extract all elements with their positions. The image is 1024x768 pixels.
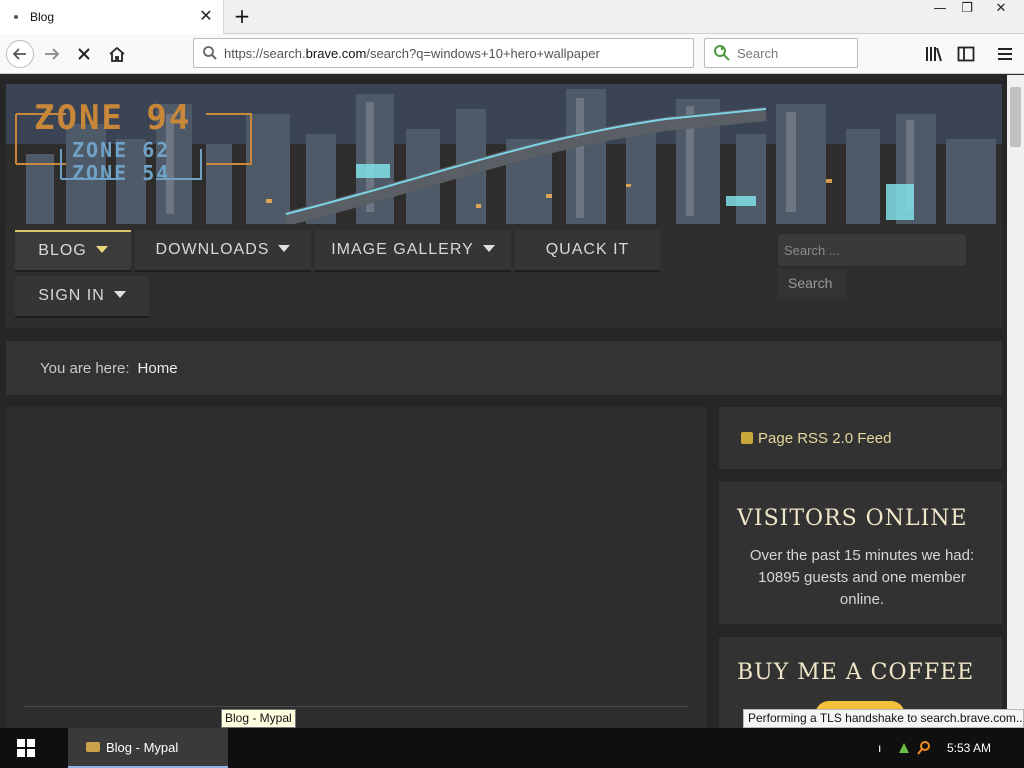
page-viewport: ZONE 94 ZONE 62 ZONE 54 BLOG DOWNLOADS I… bbox=[0, 75, 1007, 728]
sidebar-button[interactable] bbox=[952, 40, 980, 68]
new-tab-button[interactable]: + bbox=[230, 4, 254, 28]
taskbar: Blog - Mypal ı 5:53 AM bbox=[0, 728, 1024, 768]
rss-icon bbox=[741, 432, 753, 444]
tray-network-icon[interactable] bbox=[897, 728, 911, 768]
caret-down-icon bbox=[482, 244, 495, 252]
menu-item-label: IMAGE GALLERY bbox=[331, 241, 474, 258]
menu-item-quack-it[interactable]: QUACK IT bbox=[515, 230, 660, 272]
tab-tooltip: Blog - Mypal bbox=[221, 709, 296, 728]
caret-down-icon bbox=[278, 244, 291, 252]
page-scrollbar[interactable] bbox=[1007, 75, 1024, 728]
library-icon bbox=[926, 47, 942, 62]
site-banner: ZONE 94 ZONE 62 ZONE 54 bbox=[6, 84, 1002, 224]
taskbar-app-label: Blog - Mypal bbox=[106, 739, 179, 755]
search-icon bbox=[203, 46, 217, 60]
visitors-text: Over the past 15 minutes we had: 10895 g… bbox=[749, 547, 975, 608]
start-button[interactable] bbox=[0, 728, 52, 768]
back-arrow-icon bbox=[6, 40, 34, 68]
visitors-heading: VISITORS ONLINE bbox=[737, 506, 968, 531]
logo-sub-text-2: ZONE 54 bbox=[72, 161, 170, 185]
caret-down-icon bbox=[95, 245, 108, 253]
menu-item-image-gallery[interactable]: IMAGE GALLERY bbox=[315, 230, 511, 272]
stop-icon bbox=[78, 48, 90, 60]
forward-arrow-icon bbox=[45, 48, 60, 60]
back-button[interactable] bbox=[6, 40, 34, 68]
home-button[interactable] bbox=[103, 40, 131, 68]
url-text: https://search.brave.com/search?q=window… bbox=[224, 45, 600, 61]
breadcrumb-prefix: You are here: bbox=[40, 359, 130, 377]
tray-chevron-icon[interactable]: ı bbox=[878, 728, 881, 768]
clock[interactable]: 5:53 AM bbox=[947, 728, 991, 768]
logo-sub-text-1: ZONE 62 bbox=[72, 138, 170, 162]
visitors-online-module: VISITORS ONLINE Over the past 15 minutes… bbox=[719, 482, 1002, 624]
breadcrumb: You are here: Home bbox=[6, 341, 1002, 395]
tab-strip: Blog ✕ + — ❐ ✕ bbox=[0, 0, 1024, 34]
menu-item-label: QUACK IT bbox=[545, 241, 630, 258]
caret-down-icon bbox=[113, 290, 126, 298]
city-skyline-image: ZONE 94 ZONE 62 ZONE 54 bbox=[6, 84, 1002, 224]
stop-button[interactable] bbox=[70, 40, 98, 68]
status-text: Performing a TLS handshake to search.bra… bbox=[743, 709, 1024, 728]
tab-loading-icon bbox=[14, 15, 18, 19]
hamburger-icon bbox=[998, 48, 1012, 60]
library-button[interactable] bbox=[920, 40, 948, 68]
menu-item-blog[interactable]: BLOG bbox=[15, 230, 131, 272]
url-bar[interactable]: https://search.brave.com/search?q=window… bbox=[193, 38, 694, 68]
content-divider bbox=[24, 706, 688, 707]
menu-item-downloads[interactable]: DOWNLOADS bbox=[135, 230, 311, 272]
menu-item-label: DOWNLOADS bbox=[155, 241, 270, 258]
tray-search-icon[interactable] bbox=[916, 728, 932, 768]
menu-item-label: BLOG bbox=[38, 242, 87, 259]
tab-blog[interactable]: Blog ✕ bbox=[0, 0, 224, 34]
site-search-input[interactable]: Search ... bbox=[777, 233, 967, 267]
windows-logo-icon bbox=[17, 739, 35, 757]
rss-feed-link[interactable]: Page RSS 2.0 Feed bbox=[758, 430, 891, 447]
nav-bar: https://search.brave.com/search?q=window… bbox=[0, 34, 1024, 74]
coffee-heading: BUY ME A COFFEE bbox=[737, 660, 975, 685]
restore-button[interactable]: ❐ bbox=[950, 0, 984, 20]
site-search-button[interactable]: Search bbox=[777, 269, 847, 299]
menu-item-label: SIGN IN bbox=[38, 287, 105, 304]
tab-title: Blog bbox=[30, 10, 55, 24]
menu-button[interactable] bbox=[991, 40, 1019, 68]
menu-item-sign-in[interactable]: SIGN IN bbox=[15, 276, 149, 318]
site-menu: BLOG DOWNLOADS IMAGE GALLERY QUACK IT SI… bbox=[6, 224, 1002, 328]
mypal-icon bbox=[86, 742, 100, 752]
close-window-button[interactable]: ✕ bbox=[984, 0, 1018, 20]
browser-search-field[interactable]: Search bbox=[704, 38, 858, 68]
logo-main-text: ZONE 94 bbox=[34, 98, 191, 138]
home-icon bbox=[109, 46, 125, 62]
browser-search-placeholder: Search bbox=[737, 45, 779, 61]
breadcrumb-home-link[interactable]: Home bbox=[138, 360, 178, 377]
taskbar-app-mypal[interactable]: Blog - Mypal bbox=[68, 728, 228, 768]
search-engine-icon bbox=[714, 45, 730, 61]
main-content bbox=[6, 407, 707, 728]
rss-feed-module: Page RSS 2.0 Feed bbox=[719, 407, 1002, 469]
tab-close-icon[interactable]: ✕ bbox=[197, 7, 215, 25]
scrollbar-thumb[interactable] bbox=[1010, 87, 1021, 147]
forward-button[interactable] bbox=[38, 40, 66, 68]
sidebar-icon bbox=[957, 46, 975, 62]
